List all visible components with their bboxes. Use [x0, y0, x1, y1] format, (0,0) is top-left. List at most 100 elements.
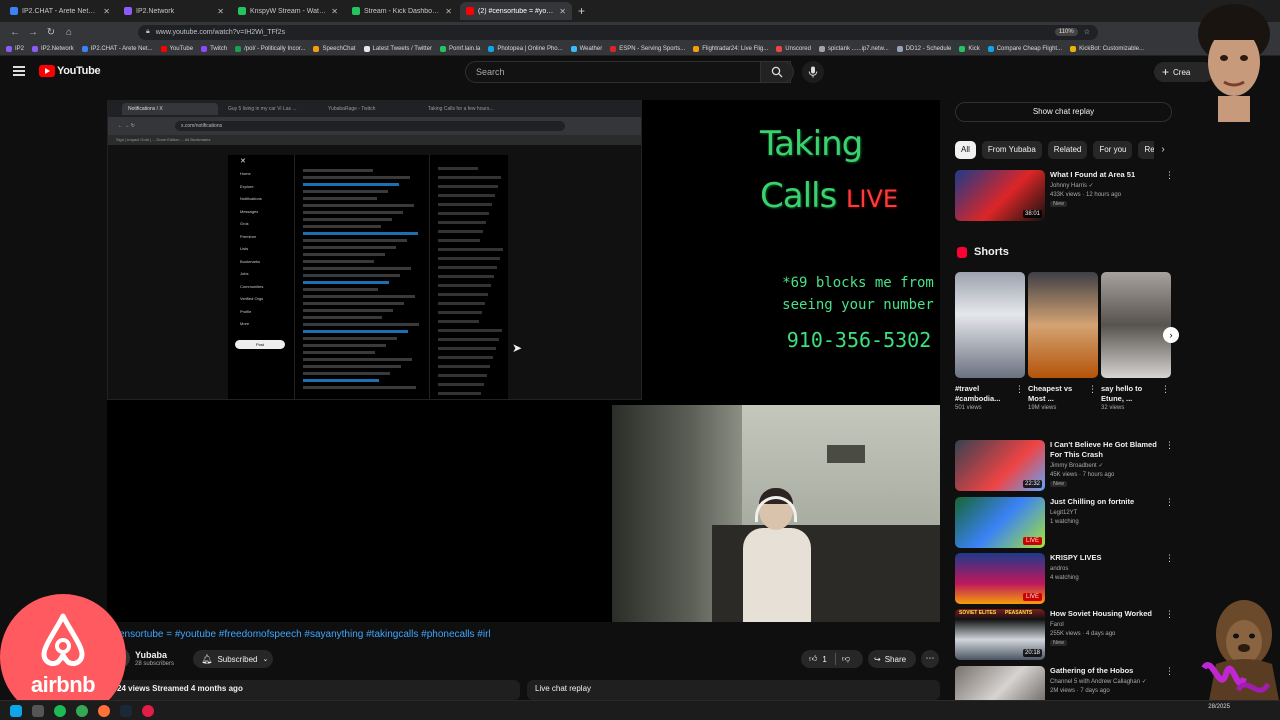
- steam-icon[interactable]: [120, 704, 132, 717]
- channel-name[interactable]: Johnny Harris ✓: [1050, 182, 1162, 190]
- close-icon[interactable]: ✕: [445, 7, 452, 16]
- search-input[interactable]: Search: [465, 61, 791, 83]
- channel-name[interactable]: andros: [1050, 565, 1162, 573]
- channel-name[interactable]: Farol: [1050, 621, 1162, 629]
- bookmark-item[interactable]: Weather: [570, 45, 602, 52]
- video-title[interactable]: How Soviet Housing Worked: [1050, 609, 1162, 619]
- short-thumbnail[interactable]: [1028, 272, 1098, 378]
- recommended-video[interactable]: 22:32 I Can't Believe He Got Blamed For T…: [955, 440, 1174, 492]
- star-icon[interactable]: ☆: [1084, 28, 1090, 36]
- bookmark-item[interactable]: Latest Tweets / Twitter: [363, 45, 432, 52]
- short-item[interactable]: Cheapest vs Most ... 19M views ⋮: [1028, 272, 1098, 411]
- chevron-right-icon[interactable]: ›: [1154, 141, 1172, 159]
- bookmark-item[interactable]: DD12 - Schedule: [896, 45, 951, 52]
- bookmark-item[interactable]: Pomf.lain.la: [439, 45, 480, 52]
- bookmark-item[interactable]: YouTube: [160, 45, 193, 52]
- bookmark-item[interactable]: IP2.Network: [32, 45, 74, 52]
- video-title[interactable]: ensortube = #youtube #freedomofspeech #s…: [119, 629, 491, 640]
- video-player[interactable]: Notifications / X Guy 5 living in my car…: [107, 100, 940, 622]
- filter-chip[interactable]: From Yubaba: [981, 141, 1042, 159]
- short-item[interactable]: #travel #cambodia... 501 views ⋮: [955, 272, 1025, 411]
- back-icon[interactable]: ←: [6, 27, 24, 38]
- bookmark-item[interactable]: spictank ......ip7.netw...: [818, 45, 889, 52]
- more-vert-icon[interactable]: ⋮: [1165, 440, 1174, 451]
- close-icon[interactable]: ✕: [217, 7, 224, 16]
- browser-tab[interactable]: KrispyW Stream - Watch Li ✕: [232, 2, 344, 20]
- menu-icon[interactable]: [13, 66, 25, 76]
- system-clock[interactable]: 28/2025: [1208, 704, 1230, 711]
- browser-tab-active[interactable]: (2) #censortube = #youtube # ✕: [460, 2, 572, 20]
- short-title[interactable]: say hello to Etune, ...: [1101, 384, 1161, 404]
- channel-name[interactable]: Yubaba: [135, 650, 167, 660]
- more-actions-button[interactable]: ⋯: [921, 650, 939, 668]
- home-icon[interactable]: ⌂: [60, 27, 78, 38]
- thumbs-down-icon[interactable]: 👎︎: [842, 654, 850, 664]
- bookmark-item[interactable]: ESPN - Serving Sports...: [610, 45, 685, 52]
- more-vert-icon[interactable]: ⋮: [1015, 384, 1024, 395]
- more-vert-icon[interactable]: ⋮: [1165, 553, 1174, 564]
- video-thumbnail[interactable]: LIVE: [955, 497, 1045, 548]
- video-title[interactable]: Just Chilling on fortnite: [1050, 497, 1162, 507]
- close-icon[interactable]: ✕: [559, 7, 566, 16]
- taskbar-app-icon[interactable]: [142, 704, 154, 717]
- shorts-next-button[interactable]: ›: [1163, 327, 1179, 343]
- address-bar[interactable]: 🔒︎ www.youtube.com/watch?v=IH2Wi_TFf2s 1…: [138, 24, 1098, 40]
- subscribed-button[interactable]: 🔔︎ Subscribed ⌄: [193, 650, 273, 668]
- bookmark-item[interactable]: Photopea | Online Pho...: [488, 45, 563, 52]
- channel-name[interactable]: Legit12YT: [1050, 509, 1162, 517]
- live-chat-replay-box[interactable]: Live chat replay: [527, 680, 940, 700]
- more-vert-icon[interactable]: ⋮: [1165, 609, 1174, 620]
- video-thumbnail[interactable]: 38:01: [955, 170, 1045, 221]
- new-tab-icon[interactable]: +: [578, 4, 585, 18]
- filter-chip[interactable]: All: [955, 141, 976, 159]
- spotify-icon[interactable]: [54, 704, 66, 717]
- bookmark-item[interactable]: Unscored: [776, 45, 811, 52]
- bookmark-item[interactable]: IP2.CHAT - Arete Net...: [81, 45, 153, 52]
- bookmark-item[interactable]: Kick: [959, 45, 980, 52]
- channel-name[interactable]: Channel 5 with Andrew Callaghan ✓: [1050, 678, 1162, 686]
- more-vert-icon[interactable]: ⋮: [1165, 170, 1174, 181]
- firefox-icon[interactable]: [98, 704, 110, 717]
- share-button[interactable]: ↪ Share: [868, 650, 916, 668]
- video-thumbnail[interactable]: LIVE: [955, 553, 1045, 604]
- filter-chip[interactable]: Related: [1047, 141, 1088, 159]
- recommended-video[interactable]: 38:01 What I Found at Area 51 Johnny Harri…: [955, 170, 1174, 222]
- more-vert-icon[interactable]: ⋮: [1165, 666, 1174, 677]
- recommended-video[interactable]: LIVE KRISPY LIVES andros 4 watching ⋮: [955, 553, 1174, 605]
- video-title[interactable]: What I Found at Area 51: [1050, 170, 1162, 180]
- thumbs-up-icon[interactable]: 👍︎: [809, 654, 817, 664]
- more-vert-icon[interactable]: ⋮: [1165, 497, 1174, 508]
- bookmark-item[interactable]: SpeechChat: [313, 45, 356, 52]
- bookmark-item[interactable]: Flightradar24: Live Flig...: [693, 45, 768, 52]
- forward-icon[interactable]: →: [24, 27, 42, 38]
- channel-name[interactable]: Jimmy Broadbent ✓: [1050, 462, 1162, 470]
- zoom-indicator[interactable]: 110%: [1054, 28, 1078, 36]
- bookmark-item[interactable]: IP2: [6, 45, 24, 52]
- more-vert-icon[interactable]: ⋮: [1088, 384, 1097, 395]
- short-item[interactable]: say hello to Etune, ... 32 views ⋮: [1101, 272, 1171, 411]
- short-thumbnail[interactable]: [1101, 272, 1171, 378]
- close-icon[interactable]: ✕: [103, 7, 110, 16]
- filter-chip[interactable]: For you: [1093, 141, 1133, 159]
- reload-icon[interactable]: ↻: [42, 27, 60, 38]
- taskbar-app-icon[interactable]: [32, 704, 44, 717]
- voice-search-button[interactable]: [802, 61, 824, 83]
- youtube-logo[interactable]: YouTube: [39, 65, 101, 77]
- short-thumbnail[interactable]: [955, 272, 1025, 378]
- search-button[interactable]: [760, 61, 794, 83]
- video-title[interactable]: KRISPY LIVES: [1050, 553, 1162, 563]
- close-icon[interactable]: ✕: [331, 7, 338, 16]
- description-box[interactable]: 24 views Streamed 4 months ago: [107, 680, 520, 700]
- browser-tab[interactable]: IP2.CHAT - Arete Network ✕: [4, 2, 116, 20]
- video-thumbnail[interactable]: SOVIET ELITES PEASANTS 20:18: [955, 609, 1045, 660]
- browser-tab[interactable]: Stream - Kick Dashboard ✕: [346, 2, 458, 20]
- like-dislike-group[interactable]: 👍︎ 1 👎︎: [801, 650, 863, 668]
- bookmark-item[interactable]: Twitch: [201, 45, 227, 52]
- bookmark-item[interactable]: Compare Cheap Flight...: [987, 45, 1062, 52]
- show-chat-replay-button[interactable]: Show chat replay: [955, 102, 1172, 122]
- bookmark-item[interactable]: KickBot: Customizable...: [1070, 45, 1144, 52]
- browser-tab[interactable]: IP2.Network ✕: [118, 2, 230, 20]
- recommended-video[interactable]: LIVE Just Chilling on fortnite Legit12YT 1 …: [955, 497, 1174, 549]
- recommended-video[interactable]: SOVIET ELITES PEASANTS 20:18 How Soviet Hou…: [955, 609, 1174, 661]
- chrome-icon[interactable]: [76, 704, 88, 717]
